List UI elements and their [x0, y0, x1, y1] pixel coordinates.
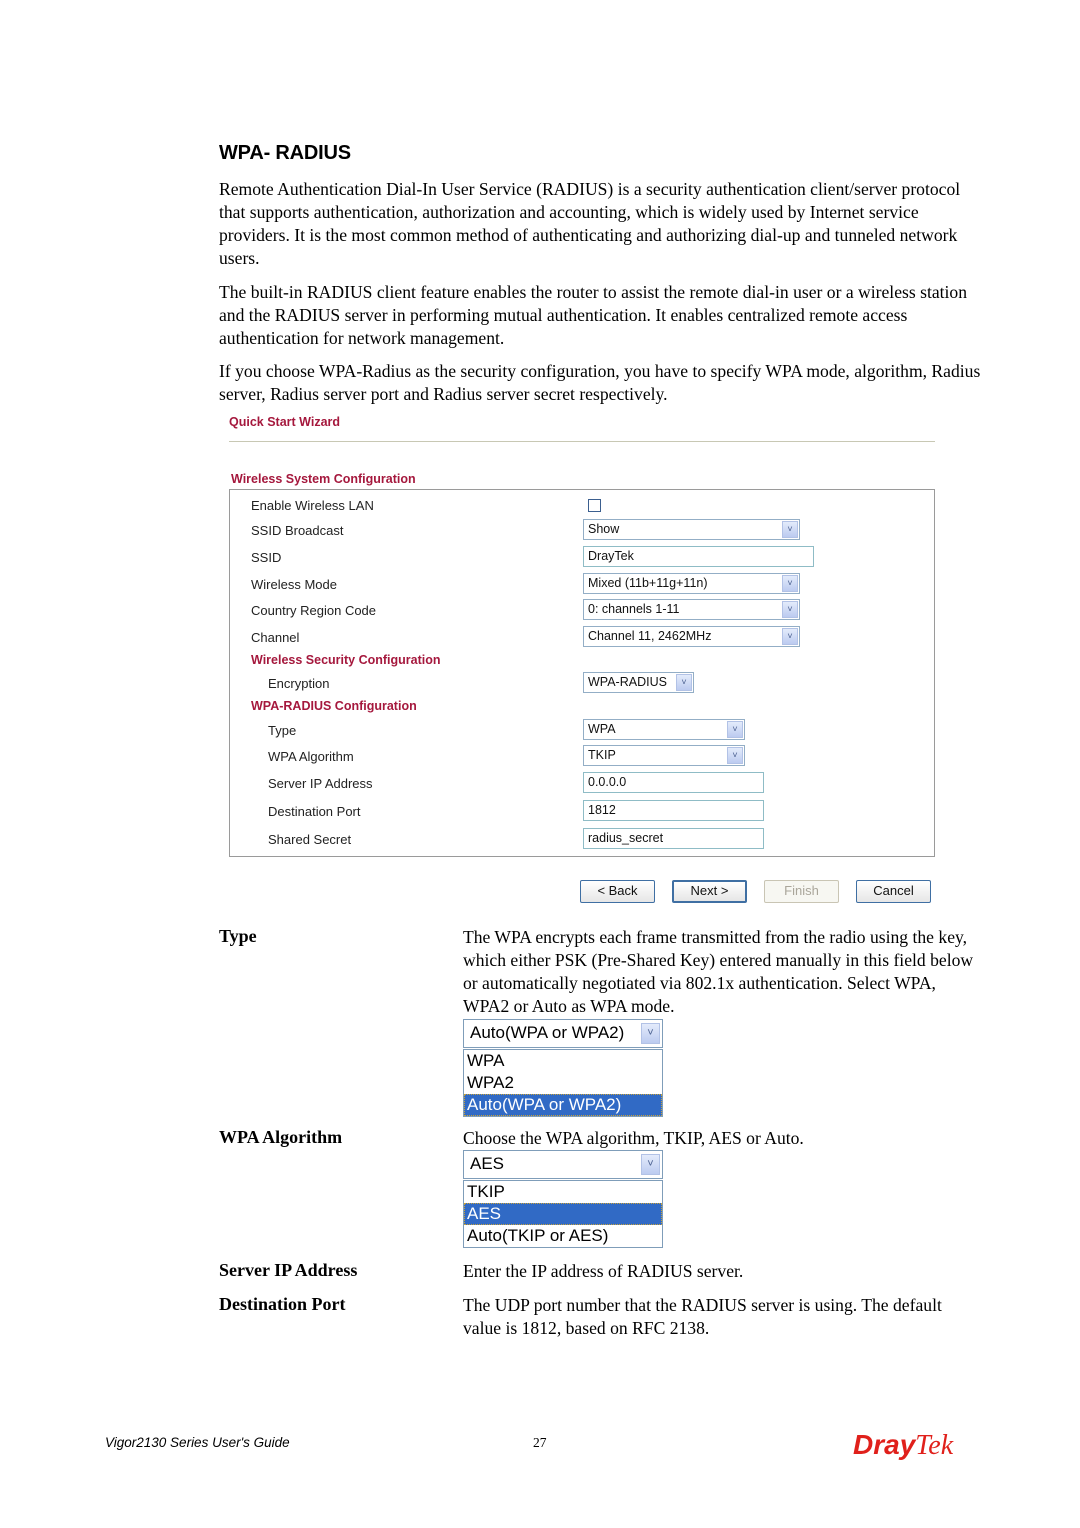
- wpa-algorithm-term: WPA Algorithm: [219, 1127, 343, 1147]
- chevron-down-icon: ˅: [727, 747, 743, 764]
- shared-secret-value: radius_secret: [588, 831, 664, 845]
- wireless-system-section-title: Wireless System Configuration: [231, 472, 416, 486]
- country-region-label: Country Region Code: [251, 603, 377, 618]
- algorithm-dropdown-selected: AES: [470, 1154, 505, 1173]
- ssid-value: DrayTek: [588, 549, 634, 563]
- shared-secret-input[interactable]: radius_secret: [583, 828, 764, 849]
- algorithm-option-auto[interactable]: Auto(TKIP or AES): [464, 1225, 662, 1247]
- type-select[interactable]: WPA ˅: [583, 719, 745, 740]
- type-dropdown-head[interactable]: Auto(WPA or WPA2) ˅: [463, 1019, 663, 1048]
- country-region-select[interactable]: 0: channels 1-11 ˅: [583, 599, 800, 620]
- type-option-wpa2[interactable]: WPA2: [464, 1072, 662, 1094]
- chevron-down-icon: ˅: [641, 1023, 660, 1044]
- chevron-down-icon: ˅: [676, 674, 692, 691]
- section-heading: WPA- RADIUS: [219, 142, 351, 164]
- logo-part-dray: Dray: [853, 1429, 916, 1460]
- wireless-mode-select[interactable]: Mixed (11b+11g+11n) ˅: [583, 573, 800, 594]
- ssid-broadcast-select[interactable]: Show ˅: [583, 519, 800, 540]
- algorithm-dropdown-list: TKIP AES Auto(TKIP or AES): [463, 1180, 663, 1248]
- country-region-value: 0: channels 1-11: [588, 602, 680, 616]
- destination-port-description: The UDP port number that the RADIUS serv…: [463, 1295, 942, 1338]
- channel-label: Channel: [251, 630, 300, 645]
- chevron-down-icon: ˅: [641, 1154, 660, 1175]
- server-ip-description: Enter the IP address of RADIUS server.: [463, 1261, 744, 1281]
- shared-secret-label: Shared Secret: [268, 832, 352, 847]
- wpa-algorithm-value: TKIP: [588, 748, 616, 762]
- wizard-title: Quick Start Wizard: [229, 415, 341, 429]
- destination-port-term: Destination Port: [219, 1294, 346, 1314]
- ssid-input[interactable]: DrayTek: [583, 546, 814, 567]
- enable-wlan-checkbox[interactable]: [588, 499, 601, 512]
- intro-paragraph: Remote Authentication Dial-In User Servi…: [219, 179, 961, 268]
- logo-part-tek: Tek: [915, 1430, 954, 1461]
- server-ip-input[interactable]: 0.0.0.0: [583, 772, 764, 793]
- finish-button: Finish: [764, 880, 839, 903]
- channel-value: Channel 11, 2462MHz: [588, 629, 712, 643]
- wpa-radius-choice-paragraph: If you choose WPA-Radius as the security…: [219, 361, 981, 404]
- next-button[interactable]: Next >: [672, 880, 747, 903]
- algorithm-option-tkip[interactable]: TKIP: [464, 1181, 662, 1203]
- type-option-auto[interactable]: Auto(WPA or WPA2): [464, 1094, 662, 1116]
- ssid-label: SSID: [251, 550, 282, 565]
- radius-client-paragraph: The built-in RADIUS client feature enabl…: [219, 282, 968, 348]
- algorithm-dropdown-head[interactable]: AES ˅: [463, 1150, 663, 1179]
- type-dropdown-example: Auto(WPA or WPA2) ˅ WPA WPA2 Auto(WPA or…: [463, 1019, 663, 1117]
- type-dropdown-list: WPA WPA2 Auto(WPA or WPA2): [463, 1049, 663, 1117]
- type-term: Type: [219, 926, 257, 946]
- wireless-mode-label: Wireless Mode: [251, 577, 337, 592]
- encryption-label: Encryption: [268, 676, 330, 691]
- chevron-down-icon: ˅: [727, 721, 743, 738]
- chevron-down-icon: ˅: [782, 521, 798, 538]
- algorithm-option-aes[interactable]: AES: [464, 1203, 662, 1225]
- config-panel: [229, 489, 935, 857]
- page-number: 27: [533, 1435, 547, 1450]
- destination-port-input[interactable]: 1812: [583, 800, 764, 821]
- radius-section-title: WPA-RADIUS Configuration: [251, 699, 417, 713]
- type-label: Type: [268, 723, 297, 738]
- footer-guide-title: Vigor2130 Series User's Guide: [105, 1435, 290, 1450]
- back-button[interactable]: < Back: [580, 880, 655, 903]
- chevron-down-icon: ˅: [782, 601, 798, 618]
- wpa-algorithm-label: WPA Algorithm: [268, 749, 354, 764]
- wpa-algorithm-description: Choose the WPA algorithm, TKIP, AES or A…: [463, 1128, 804, 1148]
- wpa-algorithm-select[interactable]: TKIP ˅: [583, 745, 745, 766]
- encryption-value: WPA-RADIUS: [588, 675, 667, 689]
- quick-start-wizard-screenshot: Quick Start Wizard Wireless System Confi…: [219, 406, 949, 912]
- chevron-down-icon: ˅: [782, 628, 798, 645]
- ssid-broadcast-label: SSID Broadcast: [251, 523, 344, 538]
- security-section-title: Wireless Security Configuration: [251, 653, 441, 667]
- type-value: WPA: [588, 722, 616, 736]
- server-ip-term: Server IP Address: [219, 1260, 358, 1280]
- type-option-wpa[interactable]: WPA: [464, 1050, 662, 1072]
- channel-select[interactable]: Channel 11, 2462MHz ˅: [583, 626, 800, 647]
- type-dropdown-selected: Auto(WPA or WPA2): [470, 1023, 625, 1042]
- server-ip-value: 0.0.0.0: [588, 775, 627, 789]
- enable-wlan-label: Enable Wireless LAN: [251, 498, 374, 513]
- ssid-broadcast-value: Show: [588, 522, 620, 536]
- chevron-down-icon: ˅: [782, 575, 798, 592]
- cancel-button[interactable]: Cancel: [856, 880, 931, 903]
- algorithm-dropdown-example: AES ˅ TKIP AES Auto(TKIP or AES): [463, 1150, 663, 1248]
- title-divider: [229, 441, 935, 442]
- server-ip-label: Server IP Address: [268, 776, 373, 791]
- destination-port-label: Destination Port: [268, 804, 361, 819]
- type-description: The WPA encrypts each frame transmitted …: [463, 927, 974, 1016]
- wireless-mode-value: Mixed (11b+11g+11n): [588, 576, 708, 590]
- destination-port-value: 1812: [588, 803, 616, 817]
- encryption-select[interactable]: WPA-RADIUS ˅: [583, 672, 694, 693]
- draytek-logo: DrayTek: [853, 1429, 953, 1462]
